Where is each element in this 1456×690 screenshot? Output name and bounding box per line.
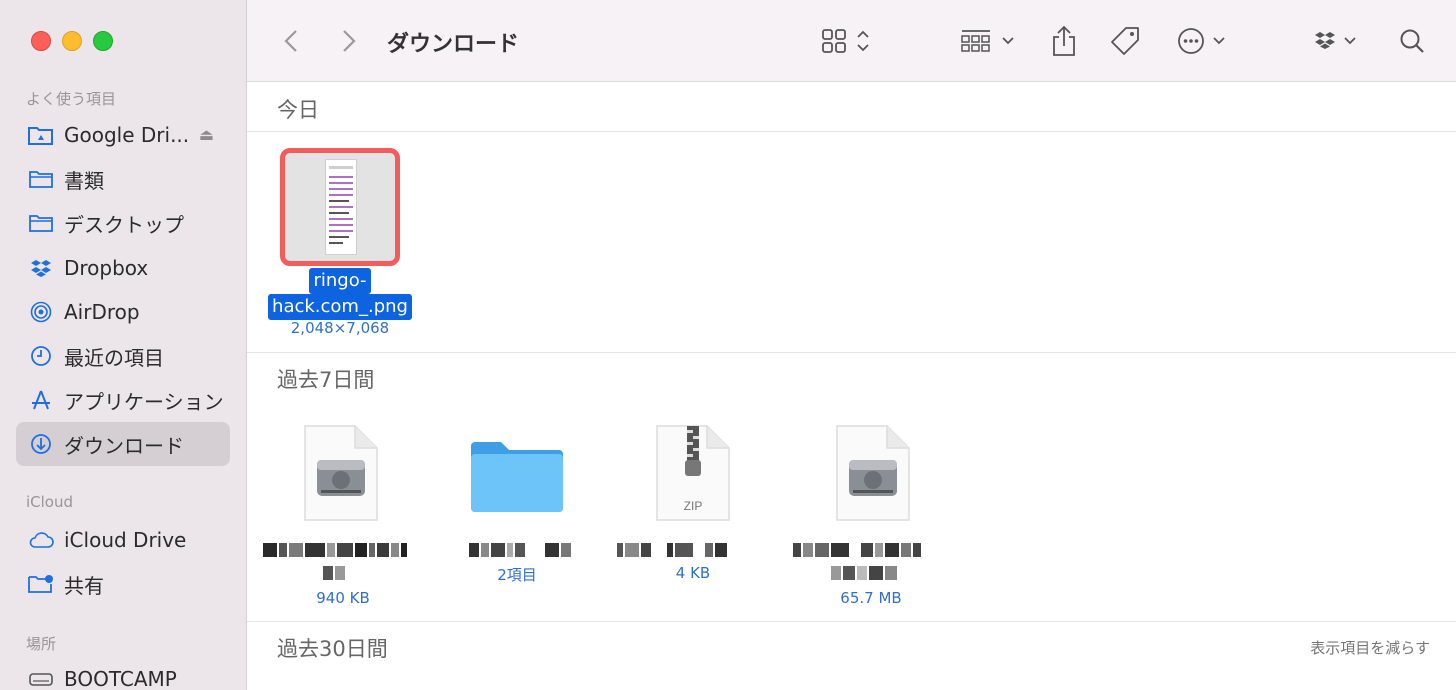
disk-icon	[28, 668, 54, 690]
sidebar-item-bootcamp[interactable]: BOOTCAMP	[16, 657, 230, 690]
file-size: 4 KB	[675, 564, 711, 582]
back-button[interactable]	[277, 24, 305, 58]
window-title: ダウンロード	[387, 32, 520, 57]
cloud-icon	[28, 529, 54, 551]
airdrop-icon	[28, 301, 54, 323]
sidebar-item-downloads[interactable]: ダウンロード	[16, 422, 230, 466]
file-dimensions: 2,048×7,068	[290, 319, 390, 337]
eject-icon[interactable]: ⏏	[199, 125, 214, 144]
view-mode-button[interactable]	[819, 24, 875, 58]
minimize-window-button[interactable]	[62, 31, 82, 51]
locations-header: 場所	[26, 635, 57, 653]
disk-image-icon	[835, 424, 911, 526]
group-grid-icon	[961, 30, 1014, 52]
zoom-window-button[interactable]	[93, 31, 113, 51]
file-item[interactable]: 940 KB	[253, 420, 433, 610]
sidebar-item-label: BOOTCAMP	[64, 667, 177, 690]
sidebar-item-label: 書類	[64, 168, 104, 193]
finder-window: よく使う項目 Google Dri... ⏏ 書類 デスクトップ Dropbox	[0, 0, 1456, 690]
sidebar-item-label: AirDrop	[64, 300, 140, 324]
dropbox-icon	[28, 257, 54, 279]
disk-image-icon	[303, 424, 379, 526]
group-title-last30: 過去30日間	[277, 637, 388, 661]
chevron-left-icon	[284, 30, 297, 52]
icon-view-grid-icon	[822, 29, 869, 53]
applications-icon	[28, 389, 54, 411]
file-item[interactable]: ZIP 4 KB	[603, 420, 783, 610]
show-less-link[interactable]: 表示項目を減らす	[1310, 637, 1430, 658]
clock-icon	[28, 345, 54, 367]
sidebar-item-applications[interactable]: アプリケーション	[16, 378, 230, 422]
file-item[interactable]: 65.7 MB	[781, 420, 961, 610]
file-name-line: ringo-	[309, 268, 371, 294]
redacted-filename	[263, 543, 423, 557]
redacted-filename	[793, 543, 953, 557]
redacted-filename	[617, 543, 757, 557]
tags-button[interactable]	[1107, 24, 1143, 58]
sidebar-item-dropbox[interactable]: Dropbox	[16, 246, 230, 290]
sidebar-item-label: デスクトップ	[64, 212, 184, 237]
redacted-filename	[323, 566, 353, 580]
close-window-button[interactable]	[31, 31, 51, 51]
sidebar-item-label: Dropbox	[64, 256, 149, 280]
share-icon	[1053, 25, 1075, 56]
redacted-filename	[831, 566, 921, 580]
sidebar-item-airdrop[interactable]: AirDrop	[16, 290, 230, 334]
tag-icon	[1111, 27, 1139, 55]
sidebar-item-label: Google Dri...	[64, 123, 190, 147]
sidebar-item-desktop[interactable]: デスクトップ	[16, 201, 230, 245]
window-controls	[31, 31, 113, 51]
folder-item-count: 2項目	[497, 566, 537, 584]
file-browser-content: 今日 ringo- hack.com_.png 2,048×7,068 過去7日…	[247, 82, 1456, 690]
sidebar-item-label: アプリケーション	[64, 389, 224, 414]
icloud-header: iCloud	[26, 493, 74, 511]
zip-badge: ZIP	[684, 499, 703, 513]
ellipsis-circle-icon	[1178, 28, 1225, 54]
file-name-line: hack.com_.png	[268, 294, 412, 320]
dropbox-icon	[1315, 32, 1356, 49]
redacted-filename	[469, 543, 579, 557]
sidebar-item-icloud-drive[interactable]: iCloud Drive	[16, 518, 230, 562]
file-size: 940 KB	[316, 589, 370, 607]
group-title-last7: 過去7日間	[277, 368, 375, 392]
file-size: 65.7 MB	[840, 589, 902, 607]
image-thumbnail[interactable]	[280, 148, 400, 266]
folder-item[interactable]: 2項目	[427, 420, 607, 610]
screenshot-preview	[325, 159, 357, 255]
sidebar-item-label: iCloud Drive	[64, 528, 187, 552]
sidebar-item-google-drive[interactable]: Google Dri... ⏏	[16, 113, 230, 157]
dropbox-button[interactable]	[1313, 24, 1361, 58]
sidebar-item-label: ダウンロード	[64, 433, 184, 458]
shared-folder-icon	[28, 573, 54, 595]
google-drive-folder-icon	[28, 124, 54, 146]
share-button[interactable]	[1049, 24, 1079, 58]
folder-icon	[28, 212, 54, 234]
selected-file-name[interactable]: ringo- hack.com_.png	[265, 268, 415, 320]
group-divider	[247, 621, 1456, 622]
group-by-button[interactable]	[959, 24, 1017, 58]
sidebar-item-recents[interactable]: 最近の項目	[16, 334, 230, 378]
search-button[interactable]	[1397, 24, 1427, 58]
more-actions-button[interactable]	[1177, 24, 1227, 58]
chevron-right-icon	[343, 30, 356, 52]
zip-icon: ZIP	[655, 424, 731, 526]
folder-icon	[469, 438, 565, 518]
sidebar-item-shared[interactable]: 共有	[16, 562, 230, 606]
sidebar-item-label: 共有	[64, 573, 104, 598]
folder-icon	[28, 168, 54, 190]
group-header-today: 今日	[247, 82, 1456, 132]
forward-button[interactable]	[335, 24, 363, 58]
search-icon	[1400, 29, 1424, 53]
sidebar: よく使う項目 Google Dri... ⏏ 書類 デスクトップ Dropbox	[0, 0, 247, 690]
group-divider	[247, 352, 1456, 353]
sidebar-item-documents[interactable]: 書類	[16, 157, 230, 201]
group-title: 今日	[277, 98, 319, 122]
toolbar: ダウンロード	[247, 0, 1456, 82]
favorites-header: よく使う項目	[26, 90, 117, 108]
download-icon	[28, 433, 54, 455]
sidebar-item-label: 最近の項目	[64, 345, 164, 370]
